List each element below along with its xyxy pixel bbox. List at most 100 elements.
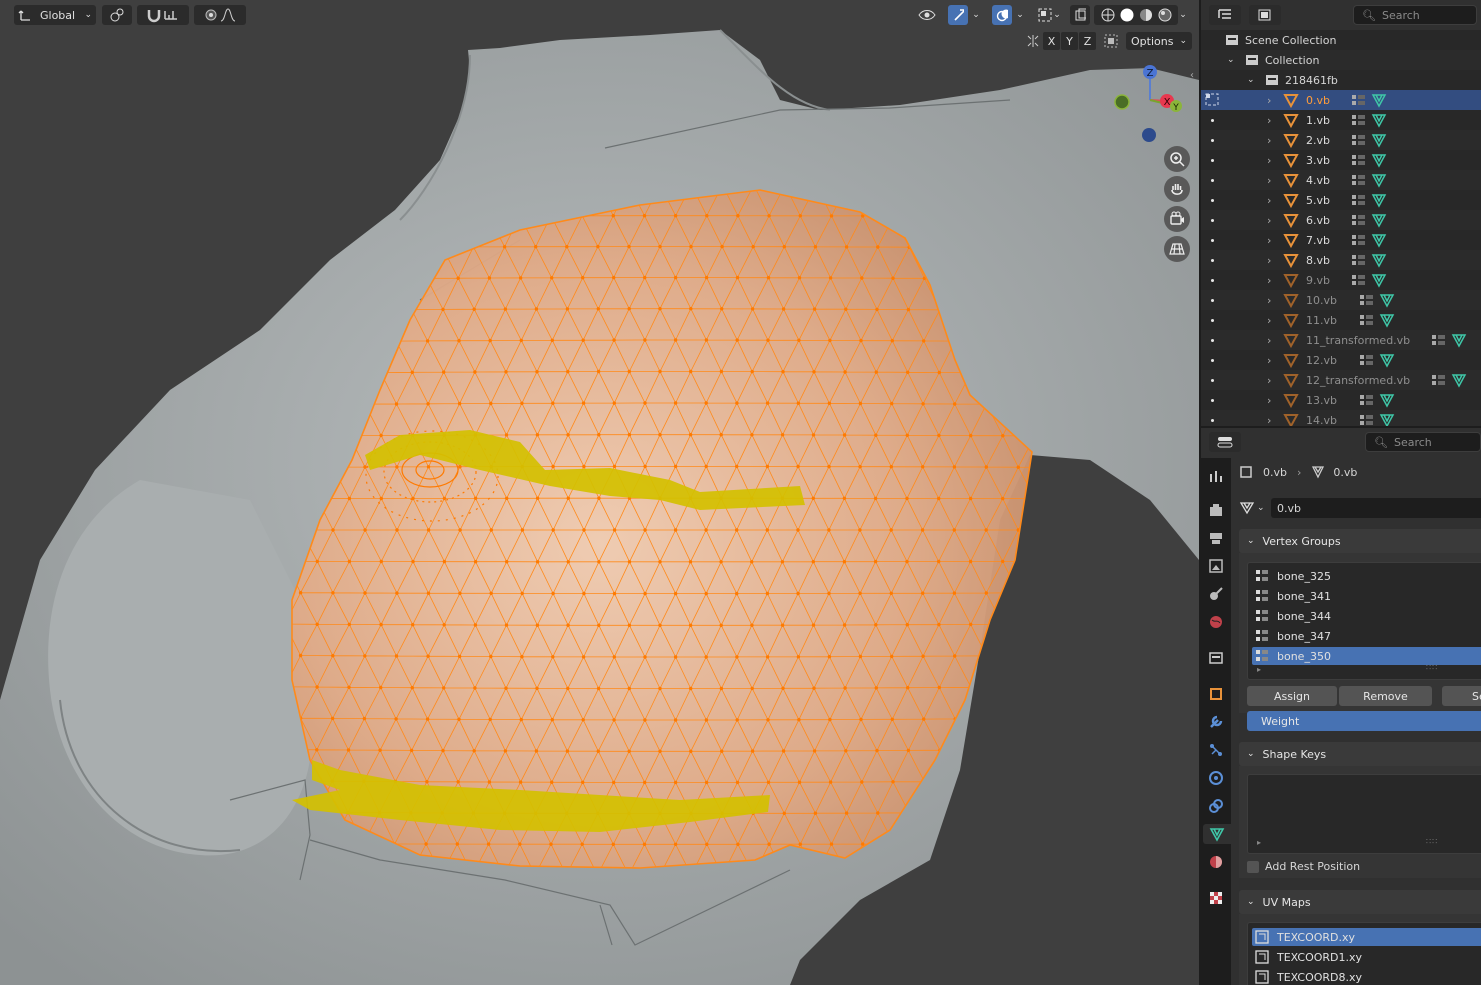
chevron-right-icon[interactable]: › (1267, 194, 1271, 207)
mesh-data-icon[interactable] (1379, 352, 1395, 368)
mesh-data-icon[interactable] (1451, 372, 1467, 388)
shading-dropdown[interactable]: ⌄ (1176, 5, 1190, 25)
visibility-dot-icon[interactable] (1211, 279, 1214, 282)
tree-row-object[interactable]: › 9.vb (1201, 270, 1481, 290)
object-tab-icon[interactable] (1206, 684, 1226, 704)
chevron-right-icon[interactable]: › (1267, 174, 1271, 187)
collection-tab-icon[interactable] (1206, 648, 1226, 668)
editor-type-dropdown[interactable] (1209, 5, 1241, 25)
vertex-groups-header[interactable]: ⌄ Vertex Groups (1239, 529, 1481, 553)
options-dropdown[interactable]: Options ⌄ (1126, 32, 1192, 50)
overlays-toggle[interactable] (992, 5, 1012, 25)
mesh-data-icon[interactable] (1371, 172, 1387, 188)
vertex-groups-icon[interactable] (1351, 153, 1367, 167)
mesh-data-icon[interactable] (1371, 252, 1387, 268)
xray-toggle[interactable] (1070, 5, 1090, 25)
zoom-button[interactable] (1164, 146, 1190, 172)
properties-panel[interactable]: 🔍︎ Search 0.vb › 0.vb ⌄ 0.vb ⌄ Vertex Gr… (1201, 428, 1481, 985)
chevron-down-icon[interactable]: ⌄ (1227, 55, 1235, 65)
tool-tab-icon[interactable] (1206, 466, 1226, 486)
vertex-groups-icon[interactable] (1351, 173, 1367, 187)
tree-row-object[interactable]: › 5.vb (1201, 190, 1481, 210)
visibility-dot-icon[interactable] (1211, 199, 1214, 202)
resize-grip-icon[interactable]: ∷∷ (1426, 663, 1438, 672)
tree-row-object[interactable]: › 7.vb (1201, 230, 1481, 250)
solid-shading-icon[interactable] (1119, 7, 1135, 23)
mesh-name-field[interactable]: 0.vb (1271, 498, 1481, 518)
tree-row-object[interactable]: › 4.vb (1201, 170, 1481, 190)
vertex-groups-icon[interactable] (1351, 273, 1367, 287)
vertex-groups-icon[interactable] (1351, 213, 1367, 227)
chevron-right-icon[interactable]: › (1267, 114, 1271, 127)
tree-row-object[interactable]: › 12.vb (1201, 350, 1481, 370)
visibility-dropdown[interactable] (910, 5, 944, 25)
tree-row-object[interactable]: › 2.vb (1201, 130, 1481, 150)
mirror-x-toggle[interactable]: X (1043, 32, 1060, 50)
view-layer-tab-icon[interactable] (1206, 556, 1226, 576)
resize-grip-icon[interactable]: ∷∷ (1426, 837, 1438, 846)
texture-tab-icon[interactable] (1206, 888, 1226, 908)
material-tab-icon[interactable] (1206, 852, 1226, 872)
vertex-groups-icon[interactable] (1359, 293, 1375, 307)
tree-row-group[interactable]: ⌄ 218461fb (1201, 70, 1481, 90)
modifier-tab-icon[interactable] (1206, 712, 1226, 732)
tree-row-object[interactable]: › 1.vb (1201, 110, 1481, 130)
tree-row-object[interactable]: › 0.vb (1201, 90, 1481, 110)
shape-keys-header[interactable]: ⌄ Shape Keys (1239, 742, 1481, 766)
auto-merge-icon[interactable] (1102, 32, 1119, 50)
camera-view-button[interactable] (1164, 206, 1190, 232)
shading-modes[interactable] (1094, 5, 1178, 25)
mesh-data-icon[interactable] (1379, 312, 1395, 328)
chevron-right-icon[interactable]: › (1267, 314, 1271, 327)
properties-editor-dropdown[interactable] (1209, 432, 1241, 452)
vertex-group-item[interactable]: bone_347 (1252, 627, 1481, 645)
chevron-right-icon[interactable]: › (1267, 94, 1271, 107)
visibility-dot-icon[interactable] (1211, 339, 1214, 342)
tree-row-object[interactable]: › 8.vb (1201, 250, 1481, 270)
particles-tab-icon[interactable] (1206, 740, 1226, 760)
material-shading-icon[interactable] (1138, 7, 1154, 23)
visibility-dot-icon[interactable] (1211, 239, 1214, 242)
navigation-gizmo[interactable]: Z X Y (1105, 60, 1190, 145)
mesh-data-icon[interactable] (1371, 272, 1387, 288)
vertex-groups-icon[interactable] (1359, 393, 1375, 407)
mesh-data-icon[interactable] (1371, 92, 1387, 108)
mesh-data-icon[interactable] (1371, 112, 1387, 128)
chevron-right-icon[interactable]: › (1267, 334, 1271, 347)
outliner-search-input[interactable]: 🔍︎ Search (1353, 5, 1477, 25)
outliner-panel[interactable]: 🔍︎ Search Scene Collection ⌄ Collection … (1201, 0, 1481, 426)
vertex-group-item[interactable]: bone_344 (1252, 607, 1481, 625)
gizmo-dropdown[interactable]: ⌄ (968, 5, 984, 25)
uv-map-item[interactable]: TEXCOORD1.xy (1252, 948, 1481, 966)
tree-row-object[interactable]: › 3.vb (1201, 150, 1481, 170)
mirror-y-toggle[interactable]: Y (1061, 32, 1078, 50)
visibility-dot-icon[interactable] (1211, 419, 1214, 422)
constraints-tab-icon[interactable] (1206, 796, 1226, 816)
mesh-data-icon[interactable] (1371, 152, 1387, 168)
chevron-down-icon[interactable]: ⌄ (1247, 75, 1255, 85)
chevron-right-icon[interactable]: › (1267, 214, 1271, 227)
chevron-right-icon[interactable]: › (1267, 394, 1271, 407)
vertex-group-item[interactable]: bone_350 (1252, 647, 1481, 665)
chevron-right-icon[interactable]: › (1267, 254, 1271, 267)
vertex-groups-icon[interactable] (1351, 193, 1367, 207)
visibility-dot-icon[interactable] (1211, 399, 1214, 402)
mesh-data-icon[interactable] (1371, 212, 1387, 228)
pan-button[interactable] (1164, 176, 1190, 202)
vertex-groups-icon[interactable] (1351, 253, 1367, 267)
mesh-data-icon[interactable] (1379, 292, 1395, 308)
visibility-dot-icon[interactable] (1211, 159, 1214, 162)
render-tab-icon[interactable] (1206, 500, 1226, 520)
chevron-right-icon[interactable]: › (1267, 154, 1271, 167)
overlays-dropdown[interactable]: ⌄ (1012, 5, 1028, 25)
tree-row-scene-collection[interactable]: Scene Collection (1201, 30, 1481, 50)
output-tab-icon[interactable] (1206, 528, 1226, 548)
scene-tab-icon[interactable] (1206, 584, 1226, 604)
vertex-groups-icon[interactable] (1351, 93, 1367, 107)
uv-maps-header[interactable]: ⌄ UV Maps (1239, 890, 1481, 914)
visibility-dot-icon[interactable] (1211, 359, 1214, 362)
vertex-groups-icon[interactable] (1431, 333, 1447, 347)
mesh-data-icon[interactable] (1371, 192, 1387, 208)
remove-button[interactable]: Remove (1339, 686, 1432, 706)
add-rest-position-checkbox[interactable]: Add Rest Position (1247, 860, 1360, 873)
